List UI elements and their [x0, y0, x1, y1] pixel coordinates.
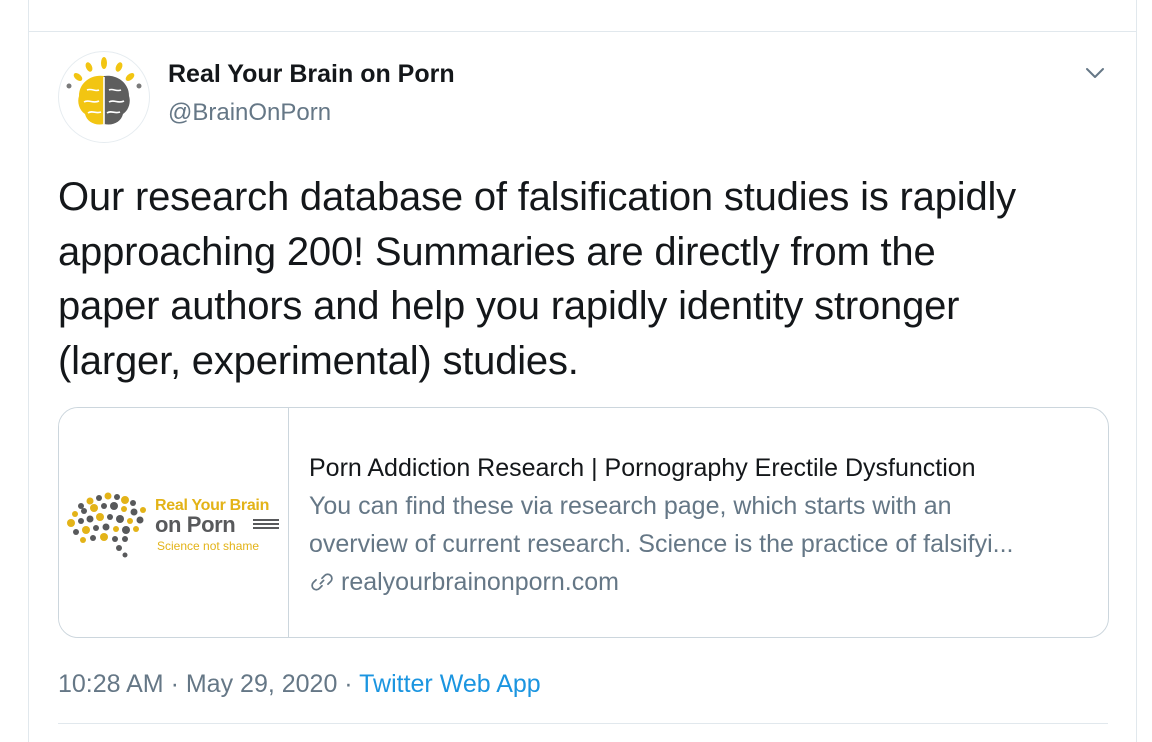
card-thumbnail: Real Your Brain on Porn Science not sham… [59, 408, 289, 637]
column-border-left [28, 0, 29, 742]
bottom-divider [58, 723, 1108, 724]
top-divider [28, 31, 1137, 32]
card-url-row: realyourbrainonporn.com [309, 565, 1089, 599]
dotted-brain-icon [67, 492, 146, 558]
tweet-meta: 10:28 AM · May 29, 2020 · Twitter Web Ap… [58, 670, 541, 699]
chevron-down-icon [1086, 68, 1104, 78]
link-icon [311, 573, 333, 591]
meta-separator: · [163, 670, 186, 698]
tweet-text: Our research database of falsification s… [58, 175, 1016, 383]
card-description-line: overview of current research. Science is… [309, 529, 1014, 558]
card-content: Porn Addiction Research | Pornography Er… [309, 451, 1089, 599]
card-title: Porn Addiction Research | Pornography Er… [309, 454, 976, 482]
tweet-date[interactable]: May 29, 2020 [186, 670, 338, 698]
card-description-line: You can find these via research page, wh… [309, 492, 952, 520]
logo-bars-icon [253, 519, 279, 533]
meta-separator: · [337, 670, 360, 698]
tweet-source-link[interactable]: Twitter Web App [359, 670, 541, 698]
card-description: You can find these via research page, wh… [309, 488, 1089, 563]
author-avatar[interactable] [58, 51, 150, 143]
card-logo-line2: on Porn [155, 512, 236, 537]
more-options-button[interactable] [1080, 58, 1110, 88]
tweet-time[interactable]: 10:28 AM [58, 670, 164, 698]
author-handle[interactable]: @BrainOnPorn [168, 99, 331, 127]
author-display-name[interactable]: Real Your Brain on Porn [168, 60, 455, 89]
card-domain: realyourbrainonporn.com [341, 568, 619, 596]
brain-logo-icon [66, 57, 142, 125]
column-border-right [1136, 0, 1137, 742]
tweet-detail-view: Real Your Brain on Porn @BrainOnPorn Our… [0, 0, 1152, 742]
card-logo-tagline: Science not shame [157, 539, 260, 553]
link-preview-card[interactable]: Real Your Brain on Porn Science not sham… [58, 407, 1109, 638]
